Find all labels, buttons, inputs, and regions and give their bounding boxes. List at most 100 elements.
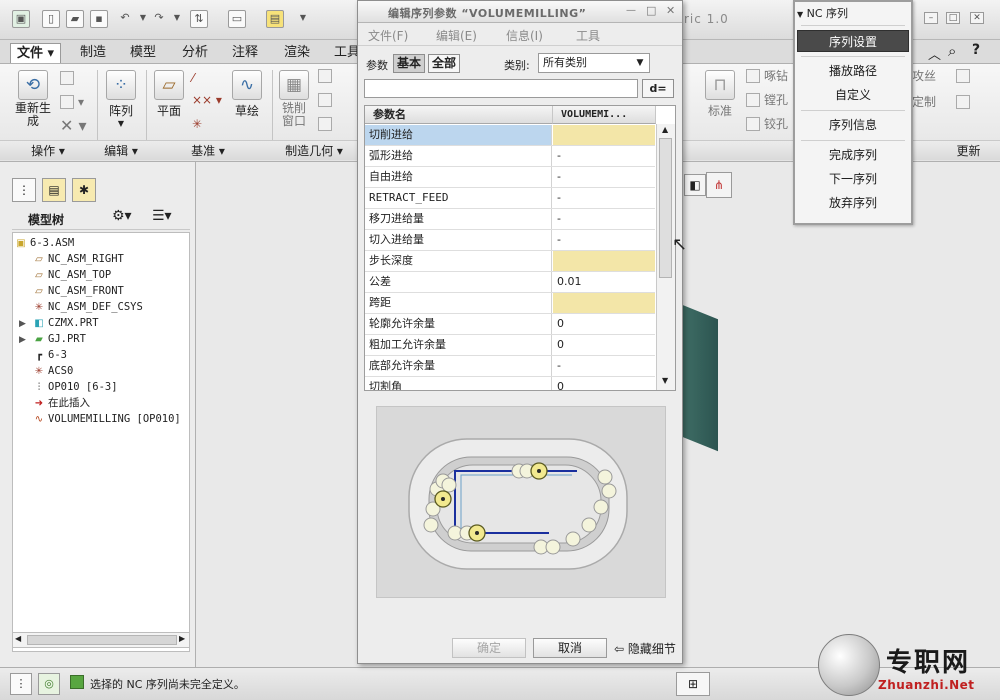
scroll-up-icon[interactable]: ▲ [662, 125, 668, 134]
menu-quit-sequence[interactable]: 放弃序列 [797, 192, 909, 214]
menu-done-sequence[interactable]: 完成序列 [797, 144, 909, 166]
tree-item-nc-asm-front[interactable]: ▱ NC_ASM_FRONT [33, 283, 124, 299]
tree-item-czmx-prt[interactable]: ◧ CZMX.PRT [33, 315, 98, 331]
mill-surface-icon[interactable] [318, 92, 336, 108]
param-value[interactable] [553, 125, 655, 145]
customize-quick-access-icon[interactable]: ▼ [294, 10, 312, 28]
update-all-icon[interactable] [956, 94, 974, 110]
regenerate-quick-icon[interactable]: ⇅ [190, 10, 208, 28]
param-row[interactable]: 步长深度 [365, 251, 655, 272]
paste-icon[interactable]: ▾ [60, 94, 84, 110]
expand-czmx-icon[interactable]: ▶ [19, 319, 26, 329]
param-value[interactable] [553, 293, 655, 313]
hide-details-button[interactable]: ⇦ 隐藏细节 [614, 640, 676, 657]
param-value[interactable]: 0.01 [553, 272, 655, 292]
menu-sequence-info[interactable]: 序列信息 [797, 114, 909, 136]
param-value[interactable]: 0 [553, 314, 655, 334]
col-header-value[interactable]: VOLUMEMI... [553, 106, 656, 124]
param-row[interactable]: 切入进给量 - [365, 230, 655, 251]
tab-manufacturing[interactable]: 制造 [74, 43, 112, 63]
tree-item-op010[interactable]: ⫶ OP010 [6-3] [33, 379, 118, 395]
param-row[interactable]: 粗加工允许余量 0 [365, 335, 655, 356]
menu-next-sequence[interactable]: 下一序列 [797, 168, 909, 190]
param-value[interactable]: - [553, 356, 655, 376]
param-value[interactable]: - [553, 146, 655, 166]
find-icon[interactable]: ⊞ [676, 672, 710, 696]
param-row[interactable]: 跨距 [365, 293, 655, 314]
windows-icon[interactable]: ▭ [228, 10, 246, 28]
group-edit[interactable]: 编辑 ▾ [96, 140, 146, 160]
bore-button[interactable]: 镗孔 [746, 92, 788, 108]
param-row[interactable]: 切削进给 [365, 125, 655, 146]
tree-item-nc-asm-top[interactable]: ▱ NC_ASM_TOP [33, 267, 111, 283]
param-row[interactable]: 切割角 0 [365, 377, 655, 390]
help-icon[interactable]: ? [972, 42, 980, 58]
close-window-icon[interactable]: ▤ [266, 10, 284, 28]
collapse-ribbon-icon[interactable]: ︿ [928, 44, 941, 63]
category-select[interactable]: 所有类别 ▼ [538, 53, 650, 73]
standard-hole-button[interactable]: ⊓ 标准 [700, 70, 740, 119]
sketch-button[interactable]: ∿ 草绘 [228, 70, 266, 119]
dialog-menu-file[interactable]: 文件(F) [368, 27, 408, 44]
relations-button[interactable]: d= [642, 79, 674, 98]
tree-item-nc-asm-def-csys[interactable]: ✳ NC_ASM_DEF_CSYS [33, 299, 143, 315]
mill-volume-icon[interactable] [318, 68, 336, 84]
tree-settings-icon[interactable]: ⚙▾ [112, 208, 132, 224]
path-display-icon[interactable]: ⋔ [706, 172, 732, 198]
tree-item-workcell-6-3[interactable]: ┏ 6-3 [33, 347, 67, 363]
group-mfg-geometry[interactable]: 制造几何 ▾ [270, 140, 358, 160]
tab-model[interactable]: 模型 [124, 43, 162, 63]
mill-window-button[interactable]: ▦ 铣削 窗口 [276, 70, 312, 128]
tree-horizontal-scrollbar[interactable]: ◀ ▶ [12, 632, 190, 648]
nc-menu-header[interactable]: ▼ NC 序列 [797, 5, 909, 23]
param-row[interactable]: 弧形进给 - [365, 146, 655, 167]
all-toggle[interactable]: 全部 [428, 54, 461, 73]
scroll-down-icon[interactable]: ▼ [662, 376, 668, 385]
navigator-toggle-icon[interactable]: ⋮ [10, 673, 32, 695]
close-button[interactable]: ✕ [970, 12, 984, 24]
param-value[interactable]: - [553, 209, 655, 229]
param-value[interactable]: 0 [553, 335, 655, 355]
param-value[interactable]: - [553, 230, 655, 250]
view-tool-icon[interactable]: ◧ [684, 174, 706, 196]
col-header-name[interactable]: 参数名 [365, 106, 553, 124]
dialog-menu-info[interactable]: 信息(I) [506, 27, 543, 44]
search-icon[interactable]: ⌕ [948, 42, 956, 60]
param-row[interactable]: 自由进给 - [365, 167, 655, 188]
open-folder-icon[interactable]: ▰ [66, 10, 84, 28]
tree-item-gj-prt[interactable]: ▰ GJ.PRT [33, 331, 86, 347]
update-icon[interactable] [956, 68, 974, 84]
scroll-left-icon[interactable]: ◀ [15, 634, 21, 643]
group-datum[interactable]: 基准 ▾ [146, 140, 270, 160]
undo-icon[interactable]: ↶ [116, 10, 134, 28]
model-tree-tab-icon[interactable]: ⋮ [12, 178, 36, 202]
param-value[interactable]: - [553, 167, 655, 187]
copy-icon[interactable] [60, 70, 78, 86]
cancel-button[interactable]: 取消 [533, 638, 607, 658]
layer-tree-tab-icon[interactable]: ▤ [42, 178, 66, 202]
tree-item-acs0[interactable]: ✳ ACS0 [33, 363, 74, 379]
tab-annotate[interactable]: 注释 [226, 43, 264, 63]
param-row[interactable]: 轮廓允许余量 0 [365, 314, 655, 335]
tree-item-6-3-asm[interactable]: ▣ 6-3.ASM [15, 235, 74, 251]
param-row[interactable]: 公差 0.01 [365, 272, 655, 293]
ok-button[interactable]: 确定 [452, 638, 526, 658]
model-geometry[interactable] [682, 304, 718, 452]
tree-item-volumemilling[interactable]: ∿ VOLUMEMILLING [OP010] [33, 411, 181, 427]
param-search-input[interactable] [364, 79, 638, 98]
browser-toggle-icon[interactable]: ◎ [38, 673, 60, 695]
param-value[interactable]: - [553, 188, 655, 208]
param-value[interactable] [553, 251, 655, 271]
regenerate-button[interactable]: ⟲ 重新生 成 [10, 70, 56, 128]
axis-icon[interactable]: ⁄ [192, 70, 194, 86]
scroll-right-icon[interactable]: ▶ [179, 634, 185, 643]
group-operations[interactable]: 操作 ▾ [0, 140, 96, 160]
point-icon[interactable]: ×× ▾ [192, 92, 222, 108]
dialog-minimize-icon[interactable]: — [626, 5, 636, 16]
dialog-menu-tools[interactable]: 工具 [576, 27, 600, 44]
maximize-button[interactable]: □ [946, 12, 960, 24]
param-value[interactable]: 0 [553, 377, 655, 390]
new-file-icon[interactable]: ▯ [42, 10, 60, 28]
favorites-tab-icon[interactable]: ✱ [72, 178, 96, 202]
minimize-button[interactable]: – [924, 12, 938, 24]
